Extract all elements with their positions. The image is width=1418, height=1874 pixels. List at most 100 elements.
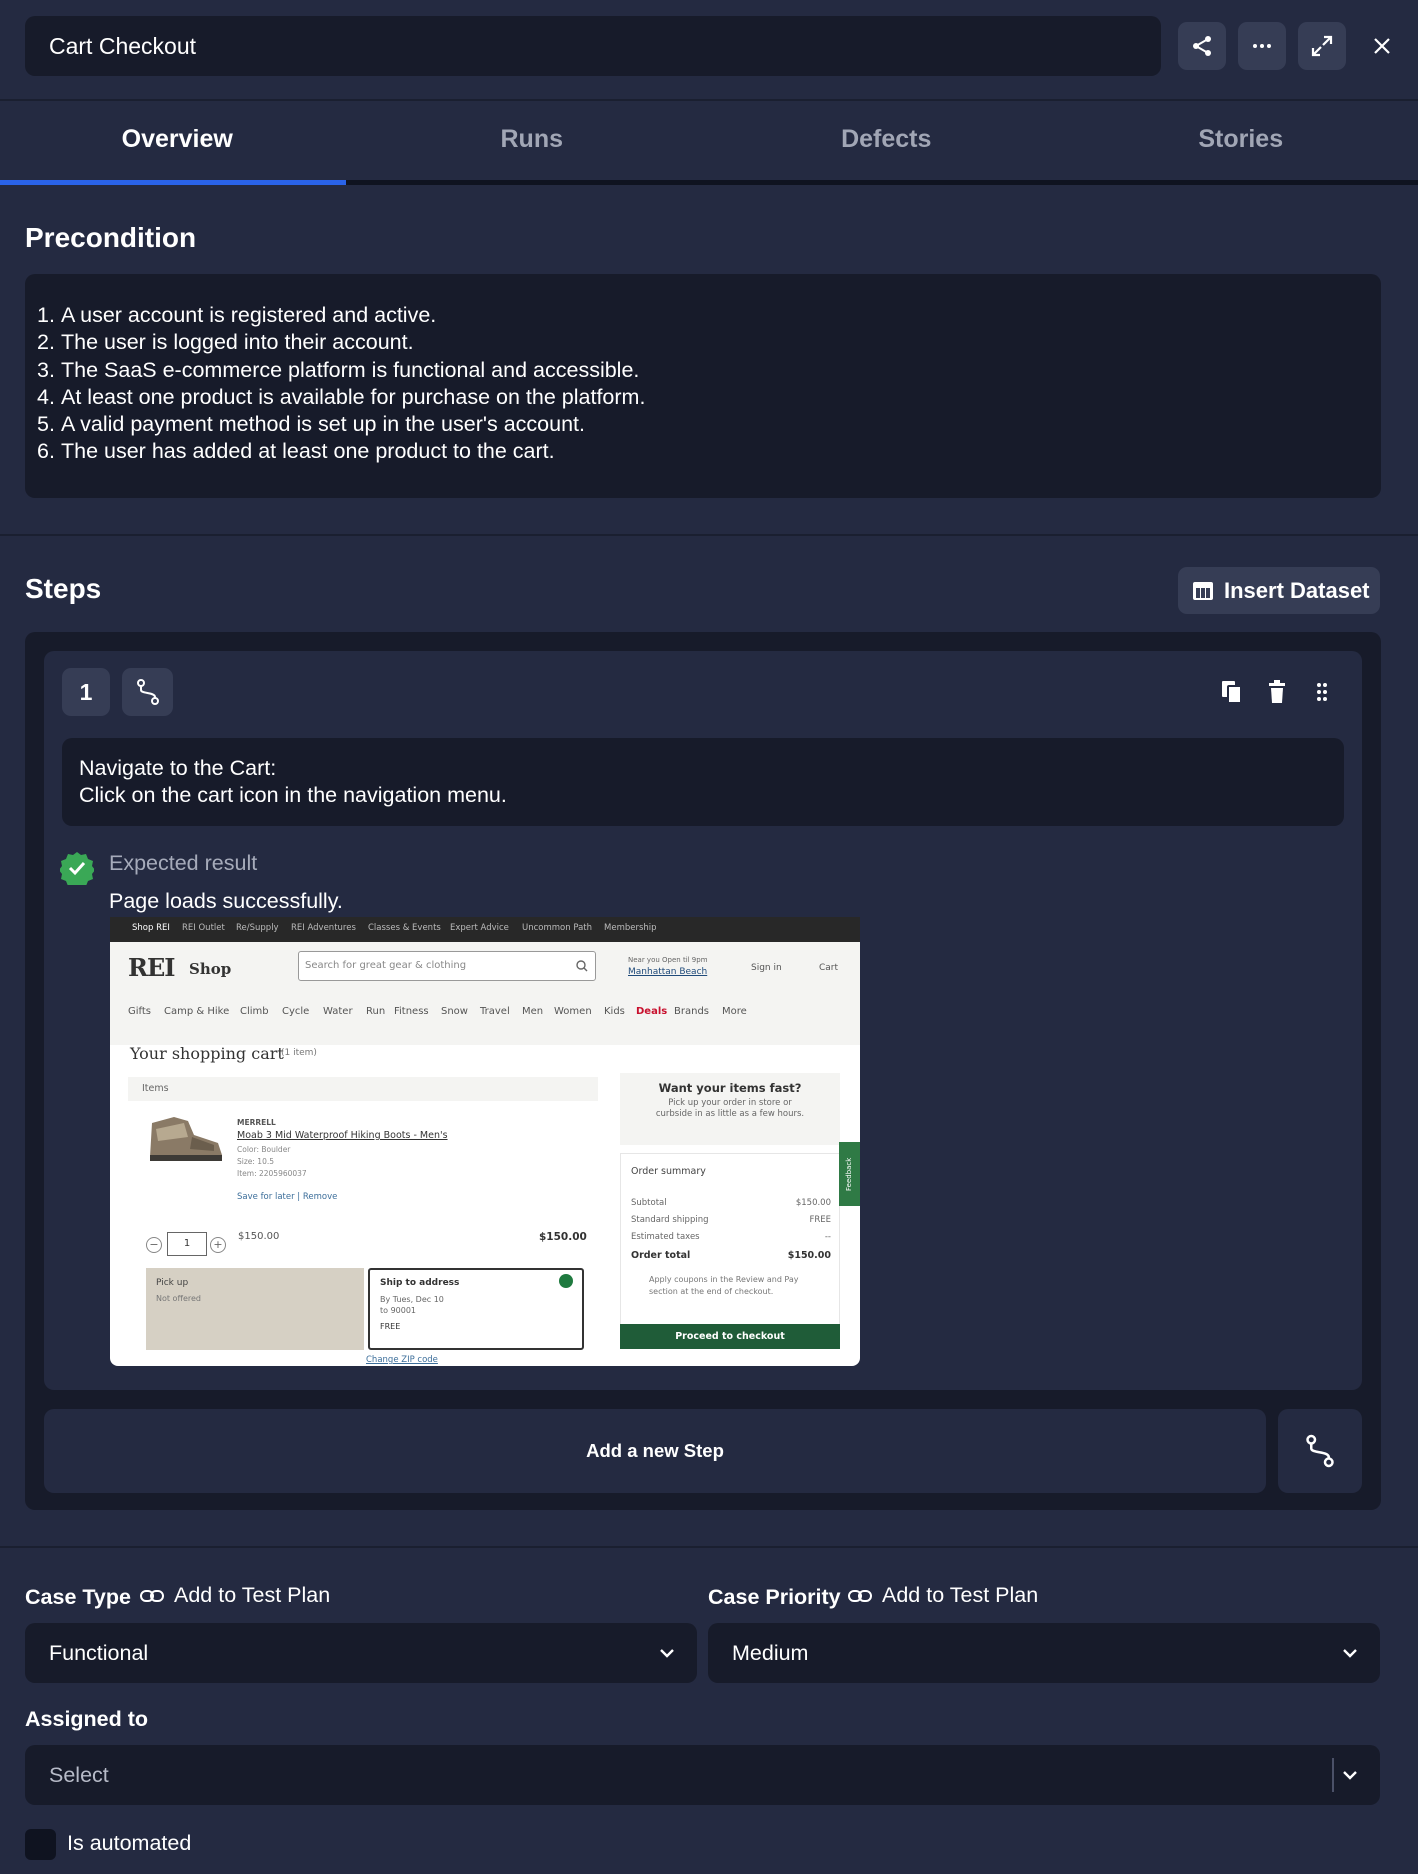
route-icon [136, 679, 159, 705]
check-badge-icon [60, 852, 94, 885]
expand-icon [1311, 35, 1333, 57]
step-action-line: Click on the cart icon in the navigation… [79, 783, 507, 807]
expected-result-label: Expected result [109, 851, 258, 875]
rei-logo-shop: Shop [189, 960, 232, 978]
rei-logo: REI [128, 953, 175, 982]
close-button[interactable] [1362, 22, 1402, 70]
rei-nav-item: Run [366, 1006, 386, 1017]
step-action-text[interactable]: Navigate to the Cart: Click on the cart … [62, 738, 1344, 826]
rei-topbar-link: Expert Advice [450, 923, 509, 933]
rei-qty-plus: + [210, 1237, 226, 1253]
step-number: 1 [62, 668, 110, 716]
drag-handle[interactable] [1308, 678, 1336, 706]
rei-nav-item: Snow [441, 1006, 468, 1017]
rei-nav-item: Travel [480, 1006, 510, 1017]
assigned-to-select[interactable]: Select [25, 1745, 1380, 1805]
rei-qty: 1 [167, 1232, 207, 1256]
rei-ship-option: Ship to address By Tues, Dec 10 to 90001… [368, 1268, 584, 1350]
rei-topbar-link: REI Adventures [291, 923, 356, 933]
copy-icon [1222, 681, 1242, 704]
select-separator [1332, 1758, 1334, 1792]
boot-image [150, 1117, 222, 1161]
rei-check-icon [559, 1274, 573, 1288]
rei-topbar-link: Uncommon Path [522, 923, 593, 933]
expected-result-text[interactable]: Page loads successfully. [109, 889, 343, 914]
rei-feedback-tab: Feedback [839, 1142, 860, 1206]
rei-topbar-link: Shop REI [132, 923, 170, 933]
tab-bar: Overview Runs Defects Stories [0, 101, 1418, 186]
precondition-list: 1. A user account is registered and activ… [33, 302, 1381, 466]
rei-sign-in: Sign in [751, 963, 782, 973]
step-route-button[interactable] [122, 668, 173, 716]
tab-stories[interactable]: Stories [1064, 101, 1418, 186]
link-icon [848, 1589, 872, 1602]
case-priority-select[interactable]: Medium [708, 1623, 1380, 1683]
case-priority-label: Case Priority [708, 1585, 841, 1609]
trash-icon [1269, 680, 1285, 703]
rei-fast-pickup-promo: Want your items fast? Pick up your order… [620, 1073, 840, 1145]
rei-change-zip: Change ZIP code [366, 1355, 438, 1365]
rei-items-header: Items [128, 1077, 598, 1101]
tab-overview[interactable]: Overview [0, 101, 355, 186]
list-item: 4. At least one product is available for … [37, 384, 646, 409]
rei-nav-item: Men [522, 1006, 544, 1017]
case-type-label: Case Type [25, 1585, 131, 1609]
insert-dataset-button[interactable]: Insert Dataset [1178, 567, 1380, 614]
rei-nav-item: Water [323, 1006, 353, 1017]
section-divider [0, 1546, 1418, 1548]
close-icon [1374, 38, 1390, 54]
table-icon [1193, 581, 1213, 600]
step-action-line: Navigate to the Cart: [79, 756, 277, 780]
expand-button[interactable] [1298, 22, 1346, 70]
assigned-to-placeholder: Select [49, 1763, 109, 1787]
rei-topbar-link: Classes & Events [368, 923, 441, 933]
tab-runs[interactable]: Runs [355, 101, 710, 186]
rei-nav-item: Brands [674, 1006, 709, 1017]
share-button[interactable] [1178, 22, 1226, 70]
drag-dots-icon [1317, 683, 1327, 701]
delete-step-button[interactable] [1263, 678, 1291, 706]
add-step-button[interactable]: Add a new Step [44, 1409, 1266, 1493]
rei-nav-item: Gifts [128, 1006, 152, 1017]
chevron-down-icon [1343, 1771, 1357, 1780]
header: Cart Checkout [0, 0, 1418, 101]
link-icon [140, 1589, 164, 1602]
list-item: 2. The user is logged into their account. [37, 330, 414, 355]
precondition-box[interactable]: 1. A user account is registered and activ… [25, 274, 1381, 498]
rei-nav-item: Deals [636, 1006, 668, 1017]
precondition-title: Precondition [25, 222, 197, 253]
attached-screenshot[interactable]: Shop REI REI Outlet Re/Supply REI Advent… [110, 917, 860, 1366]
section-divider [0, 534, 1418, 536]
list-item: 5. A valid payment method is set up in th… [37, 412, 585, 437]
more-options-button[interactable] [1238, 22, 1286, 70]
tab-defects[interactable]: Defects [709, 101, 1064, 186]
rei-nav-item: Fitness [394, 1006, 429, 1017]
rei-near-you: Near you Open til 9pm [628, 956, 708, 964]
rei-cart: Cart [819, 963, 839, 973]
rei-product-brand: MERRELL [237, 1118, 276, 1127]
add-route-step-button[interactable] [1278, 1409, 1362, 1493]
route-icon [1306, 1434, 1334, 1468]
duplicate-step-button[interactable] [1218, 678, 1246, 706]
list-item: 3. The SaaS e-commerce platform is functi… [37, 357, 640, 382]
rei-nav-item: Camp & Hike [164, 1006, 230, 1017]
case-title[interactable]: Cart Checkout [25, 16, 1161, 76]
rei-store-link: Manhattan Beach [628, 967, 708, 977]
rei-topbar-link: Membership [604, 923, 657, 933]
case-type-select[interactable]: Functional [25, 1623, 697, 1683]
rei-nav-item: Cycle [282, 1006, 310, 1017]
rei-nav-item: Climb [240, 1006, 269, 1017]
rei-unit-price: $150.00 [238, 1231, 280, 1242]
is-automated-checkbox[interactable] [25, 1829, 56, 1860]
rei-product-meta: Color: Boulder Size: 10.5 Item: 22059600… [237, 1145, 307, 1178]
rei-product-name: Moab 3 Mid Waterproof Hiking Boots - Men… [237, 1130, 448, 1141]
list-item: 6. The user has added at least one produc… [37, 439, 555, 464]
steps-title: Steps [25, 573, 102, 604]
rei-checkout-button: Proceed to checkout [620, 1324, 840, 1349]
case-priority-add-to-plan-link[interactable]: Add to Test Plan [848, 1583, 1038, 1608]
rei-nav-item: Kids [604, 1006, 625, 1017]
case-type-add-to-plan-link[interactable]: Add to Test Plan [140, 1583, 330, 1608]
assigned-to-label: Assigned to [25, 1707, 149, 1731]
list-item: 1. A user account is registered and activ… [37, 303, 437, 327]
rei-nav-item: Women [554, 1006, 592, 1017]
